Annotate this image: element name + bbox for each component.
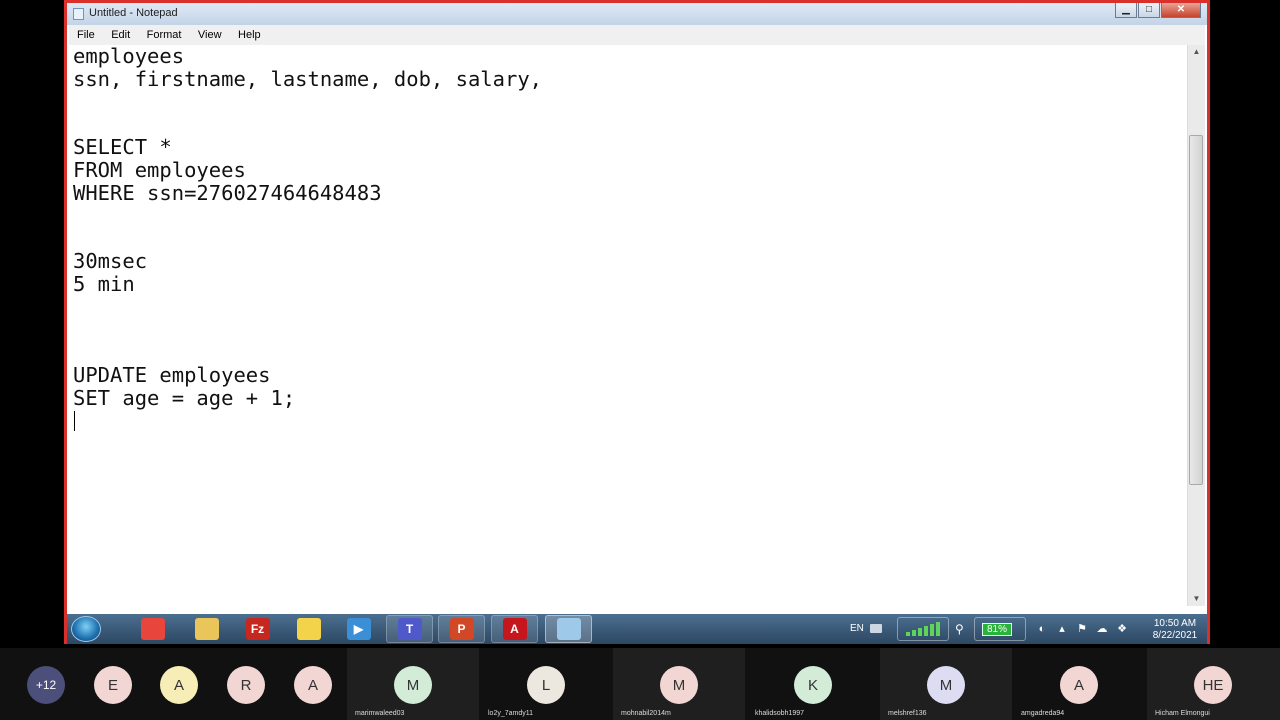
participant-avatar: M bbox=[660, 666, 698, 704]
taskbar: Fz ▶ T P A EN ⚲ 81% ◐ ▴ ⚑ ☁ ❖ 10:50 AM 8/22/… bbox=[67, 614, 1207, 644]
battery-indicator[interactable]: 81% bbox=[974, 617, 1026, 641]
scroll-down-arrow-icon[interactable]: ▼ bbox=[1188, 592, 1205, 606]
language-indicator[interactable]: EN bbox=[850, 623, 864, 634]
powerpoint-taskbar-button[interactable]: P bbox=[438, 615, 485, 643]
teams-icon: T bbox=[397, 618, 422, 640]
participant-tile[interactable]: Llo2y_7amdy11 bbox=[480, 648, 612, 720]
participant-name: amgadreda94 bbox=[1021, 710, 1065, 717]
signal-strength-icon[interactable] bbox=[897, 617, 949, 641]
file-explorer-icon bbox=[194, 618, 219, 640]
menu-view[interactable]: View bbox=[194, 25, 226, 45]
notepad-window: Untitled - Notepad ▁ □ ✕ File Edit Forma… bbox=[67, 3, 1207, 614]
participant-name: marimwaleed03 bbox=[355, 710, 405, 717]
show-hidden-icons-icon[interactable]: ▴ bbox=[1055, 622, 1069, 636]
action-center-flag-icon[interactable]: ⚑ bbox=[1075, 622, 1089, 636]
acrobat-icon: A bbox=[502, 618, 527, 640]
file-explorer-taskbar-button[interactable] bbox=[183, 615, 230, 643]
vertical-scrollbar[interactable]: ▲ ▼ bbox=[1187, 45, 1205, 606]
chrome-taskbar-button[interactable] bbox=[129, 615, 176, 643]
keyboard-icon[interactable] bbox=[870, 624, 882, 633]
participant-avatar: M bbox=[394, 666, 432, 704]
participant-tile[interactable]: Mmelshref136 bbox=[880, 648, 1012, 720]
participant-avatar[interactable]: A bbox=[160, 666, 198, 704]
participant-avatar: A bbox=[1060, 666, 1098, 704]
editor-content[interactable]: employees ssn, firstname, lastname, dob,… bbox=[73, 45, 542, 410]
media-player-taskbar-button[interactable]: ▶ bbox=[335, 615, 382, 643]
menu-format[interactable]: Format bbox=[143, 25, 186, 45]
start-button[interactable] bbox=[71, 616, 101, 642]
scrollbar-thumb[interactable] bbox=[1189, 135, 1203, 485]
participant-name: melshref136 bbox=[888, 710, 927, 717]
headset-icon[interactable]: ◐ bbox=[1035, 622, 1049, 636]
menu-bar: File Edit Format View Help bbox=[69, 25, 1205, 46]
participant-avatar[interactable]: A bbox=[294, 666, 332, 704]
folder-icon bbox=[296, 618, 321, 640]
participant-overflow-area: +12 EARA bbox=[0, 648, 346, 720]
participant-avatar: M bbox=[927, 666, 965, 704]
title-bar[interactable]: Untitled - Notepad ▁ □ ✕ bbox=[67, 3, 1207, 25]
filezilla-taskbar-button[interactable]: Fz bbox=[234, 615, 281, 643]
battery-percent: 81% bbox=[982, 623, 1012, 636]
window-title: Untitled - Notepad bbox=[89, 7, 178, 19]
participant-avatar: HE bbox=[1194, 666, 1232, 704]
dropbox-icon[interactable]: ❖ bbox=[1115, 622, 1129, 636]
notepad-taskbar-button[interactable] bbox=[545, 615, 592, 643]
menu-help[interactable]: Help bbox=[234, 25, 265, 45]
participant-name: Hicham Elmongui bbox=[1155, 710, 1210, 717]
more-participants-badge[interactable]: +12 bbox=[27, 666, 65, 704]
close-button[interactable]: ✕ bbox=[1161, 3, 1201, 18]
participant-avatar: L bbox=[527, 666, 565, 704]
scroll-up-arrow-icon[interactable]: ▲ bbox=[1188, 45, 1205, 59]
maximize-button[interactable]: □ bbox=[1138, 3, 1160, 18]
text-editor[interactable]: employees ssn, firstname, lastname, dob,… bbox=[69, 45, 1187, 606]
participant-strip: +12 EARA Mmarimwaleed03 Llo2y_7amdy11 Mmoh… bbox=[0, 648, 1280, 720]
folder-taskbar-button[interactable] bbox=[285, 615, 332, 643]
network-icon[interactable]: ⚲ bbox=[955, 622, 964, 636]
minimize-button[interactable]: ▁ bbox=[1115, 3, 1137, 18]
participant-avatar: K bbox=[794, 666, 832, 704]
notepad-app-icon bbox=[73, 8, 84, 20]
chrome-icon bbox=[140, 618, 165, 640]
powerpoint-icon: P bbox=[449, 618, 474, 640]
participant-name: khalidsobh1997 bbox=[755, 710, 805, 717]
menu-file[interactable]: File bbox=[73, 25, 99, 45]
notepad-icon bbox=[556, 618, 581, 640]
clock[interactable]: 10:50 AM 8/22/2021 bbox=[1147, 618, 1203, 642]
participant-name: mohnabil2014m bbox=[621, 710, 671, 717]
media-player-icon: ▶ bbox=[346, 618, 371, 640]
menu-edit[interactable]: Edit bbox=[107, 25, 134, 45]
acrobat-taskbar-button[interactable]: A bbox=[491, 615, 538, 643]
participant-tile[interactable]: Mmarimwaleed03 bbox=[347, 648, 479, 720]
participant-name: lo2y_7amdy11 bbox=[488, 710, 534, 717]
participant-tile[interactable]: Kkhalidsobh1997 bbox=[747, 648, 879, 720]
cloud-sync-icon[interactable]: ☁ bbox=[1095, 622, 1109, 636]
filezilla-icon: Fz bbox=[245, 618, 270, 640]
participant-tile[interactable]: Aamgadreda94 bbox=[1013, 648, 1145, 720]
participant-avatar[interactable]: E bbox=[94, 666, 132, 704]
clock-time: 10:50 AM bbox=[1153, 618, 1197, 629]
participant-tile[interactable]: HE Hicham Elmongui bbox=[1147, 648, 1280, 720]
participant-avatar[interactable]: R bbox=[227, 666, 265, 704]
clock-date: 8/22/2021 bbox=[1152, 630, 1198, 641]
teams-taskbar-button[interactable]: T bbox=[386, 615, 433, 643]
text-caret bbox=[74, 411, 75, 431]
participant-tile[interactable]: Mmohnabil2014m bbox=[613, 648, 745, 720]
